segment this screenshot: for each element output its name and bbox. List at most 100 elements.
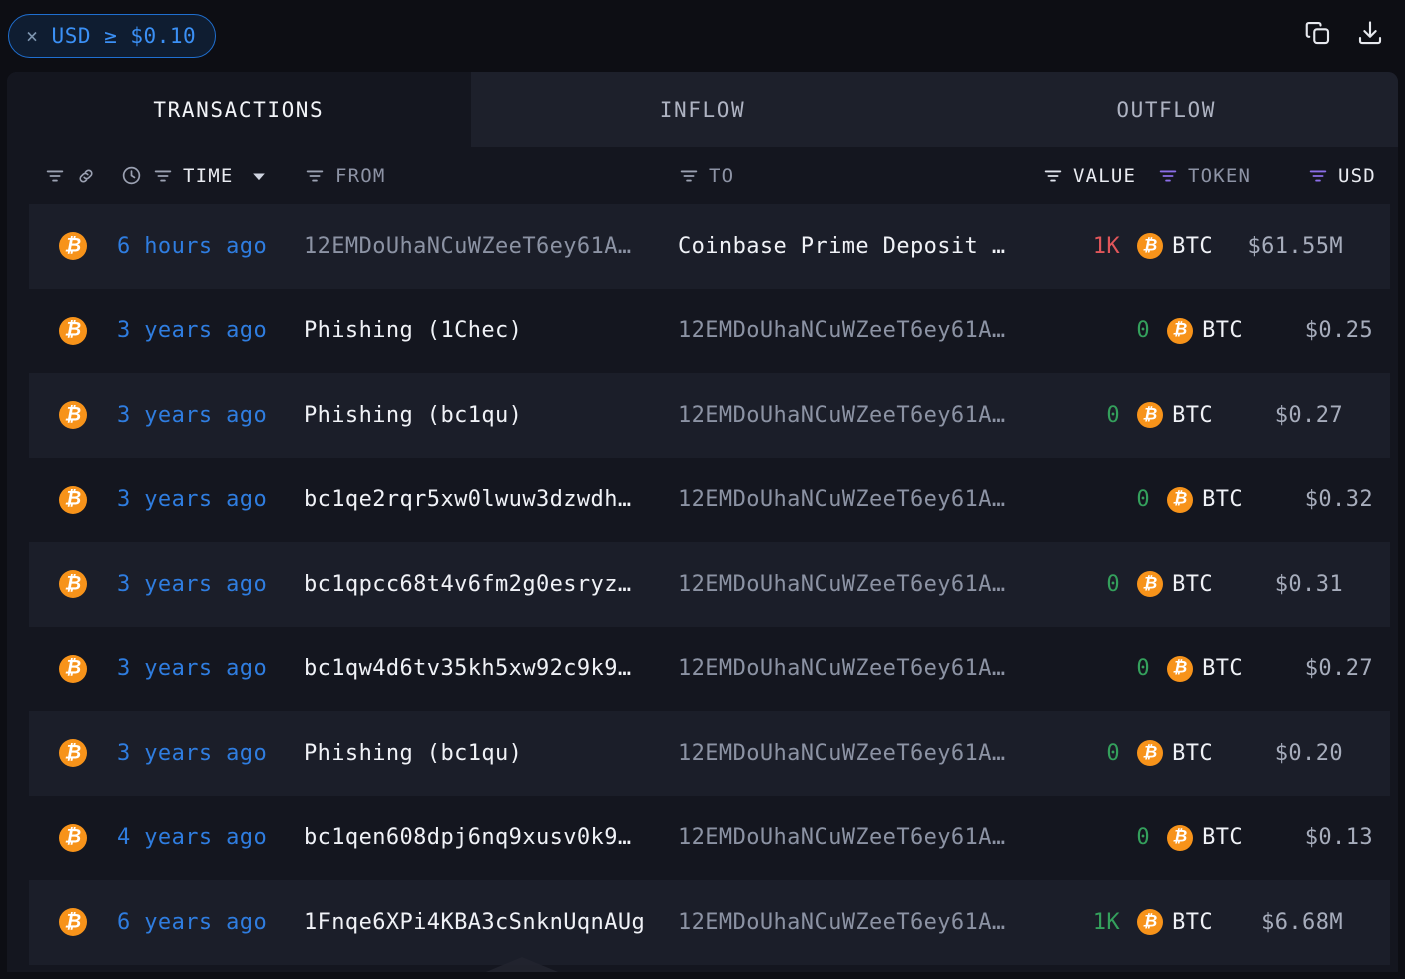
row-to[interactable]: 12EMDoUhaNCuWZeeT6ey61A…: [678, 373, 1005, 458]
table-row[interactable]: ₿ 4 years ago bc1qen608dpj6nq9xusv0k9… 12EM…: [7, 796, 1398, 881]
row-chain-icon: ₿: [59, 458, 87, 543]
row-usd[interactable]: $0.31: [1275, 542, 1343, 627]
header-usd[interactable]: USD: [1307, 147, 1376, 204]
row-usd[interactable]: $0.32: [1305, 458, 1373, 543]
row-value[interactable]: 0: [1136, 289, 1150, 374]
bitcoin-icon: ₿: [59, 908, 87, 936]
row-usd[interactable]: $61.55M: [1247, 204, 1343, 289]
row-to[interactable]: Coinbase Prime Deposit …: [678, 204, 1005, 289]
row-from[interactable]: bc1qw4d6tv35kh5xw92c9k9…: [304, 627, 631, 712]
table-row[interactable]: ₿3 years agobc1qpcc68t4v6fm2g0esryz…12EM…: [29, 542, 1390, 627]
row-usd[interactable]: $0.20: [1275, 711, 1343, 796]
bitcoin-icon: ₿: [59, 486, 87, 514]
row-chain-icon: ₿: [59, 880, 87, 965]
header-to[interactable]: TO: [678, 147, 734, 204]
row-time[interactable]: 3 years ago: [117, 627, 267, 712]
row-value[interactable]: 0: [1106, 711, 1120, 796]
row-from[interactable]: 1Fnqe6XPi4KBA3cSnknUqnAUg: [304, 880, 645, 965]
row-usd[interactable]: $0.13: [1305, 796, 1373, 881]
header-usd-label: USD: [1338, 165, 1376, 187]
row-token[interactable]: ₿BTC: [1167, 796, 1243, 881]
row-time[interactable]: 3 years ago: [117, 711, 267, 796]
remove-filter-icon[interactable]: ×: [26, 26, 39, 46]
tab-transactions[interactable]: TRANSACTIONS: [7, 72, 471, 147]
table-row[interactable]: ₿ 3 years ago Phishing (bc1qu) 12EMDoUhaNCu…: [29, 711, 1390, 796]
tab-inflow[interactable]: INFLOW: [471, 72, 935, 147]
row-value[interactable]: 1K: [1093, 880, 1120, 965]
row-time[interactable]: 3 years ago: [117, 289, 267, 374]
row-token-label: BTC: [1172, 572, 1213, 597]
row-token[interactable]: ₿BTC: [1167, 627, 1243, 712]
row-token-label: BTC: [1202, 656, 1243, 681]
bitcoin-icon: ₿: [59, 655, 87, 683]
row-usd[interactable]: $0.27: [1305, 627, 1373, 712]
row-time[interactable]: 3 years ago: [117, 458, 267, 543]
bitcoin-icon: ₿: [1137, 233, 1163, 259]
top-filter-bar: × USD ≥ $0.10: [0, 0, 1405, 72]
filter-icon: [1157, 165, 1179, 187]
row-from[interactable]: bc1qen608dpj6nq9xusv0k9…: [304, 796, 631, 881]
table-row[interactable]: ₿ 3 years ago bc1qw4d6tv35kh5xw92c9k9… 12EM…: [7, 627, 1398, 712]
row-chain-icon: ₿: [59, 373, 87, 458]
row-token[interactable]: ₿BTC: [1137, 880, 1213, 965]
filter-icon: [152, 165, 174, 187]
row-token[interactable]: ₿BTC: [1137, 542, 1213, 627]
row-time[interactable]: 6 years ago: [117, 880, 267, 965]
row-time[interactable]: 4 years ago: [117, 796, 267, 881]
row-value[interactable]: 0: [1136, 458, 1150, 543]
row-to[interactable]: 12EMDoUhaNCuWZeeT6ey61A…: [678, 627, 1005, 712]
bitcoin-icon: ₿: [59, 824, 87, 852]
header-token-label: TOKEN: [1188, 165, 1251, 187]
row-to[interactable]: 12EMDoUhaNCuWZeeT6ey61A…: [678, 458, 1005, 543]
row-token[interactable]: ₿BTC: [1137, 373, 1213, 458]
row-value[interactable]: 0: [1106, 542, 1120, 627]
table-row[interactable]: ₿ 3 years ago bc1qe2rqr5xw0lwuw3dzwdh… 12EM…: [7, 458, 1398, 543]
filter-chip-usd[interactable]: × USD ≥ $0.10: [8, 14, 216, 58]
row-chain-icon: ₿: [59, 711, 87, 796]
row-token[interactable]: ₿BTC: [1137, 711, 1213, 796]
row-to[interactable]: 12EMDoUhaNCuWZeeT6ey61A…: [678, 542, 1005, 627]
header-value-label: VALUE: [1073, 165, 1136, 187]
row-from[interactable]: bc1qpcc68t4v6fm2g0esryz…: [304, 542, 631, 627]
row-usd[interactable]: $0.25: [1305, 289, 1373, 374]
header-to-label: TO: [709, 165, 734, 187]
row-chain-icon: ₿: [59, 627, 87, 712]
row-time[interactable]: 3 years ago: [117, 542, 267, 627]
row-to[interactable]: 12EMDoUhaNCuWZeeT6ey61A…: [678, 880, 1005, 965]
header-value[interactable]: VALUE: [1042, 147, 1136, 204]
table-row[interactable]: ₿ 6 years ago 1Fnqe6XPi4KBA3cSnknUqnAUg 12E…: [29, 880, 1390, 965]
download-icon[interactable]: [1355, 18, 1385, 48]
row-value[interactable]: 1K: [1093, 204, 1120, 289]
row-token[interactable]: ₿BTC: [1167, 458, 1243, 543]
row-time[interactable]: 6 hours ago: [117, 204, 267, 289]
row-token[interactable]: ₿BTC: [1137, 204, 1213, 289]
header-from[interactable]: FROM: [304, 147, 386, 204]
header-chain-filter[interactable]: [44, 147, 97, 204]
row-token[interactable]: ₿BTC: [1167, 289, 1243, 374]
row-from[interactable]: Phishing (1Chec): [304, 289, 522, 374]
row-value[interactable]: 0: [1106, 373, 1120, 458]
row-from[interactable]: 12EMDoUhaNCuWZeeT6ey61A…: [304, 204, 631, 289]
table-row[interactable]: ₿ 3 years ago Phishing (bc1qu) 12EMDoUhaNCu…: [29, 373, 1390, 458]
header-time[interactable]: TIME: [120, 147, 269, 204]
row-value[interactable]: 0: [1136, 796, 1150, 881]
row-value[interactable]: 0: [1136, 627, 1150, 712]
row-from[interactable]: Phishing (bc1qu): [304, 711, 522, 796]
row-usd[interactable]: $6.68M: [1261, 880, 1343, 965]
header-token[interactable]: TOKEN: [1157, 147, 1251, 204]
tab-outflow[interactable]: OUTFLOW: [934, 72, 1398, 147]
table-row[interactable]: ₿ 3 years ago Phishing (1Chec) 12EMDoUhaNCu…: [7, 289, 1398, 374]
row-to[interactable]: 12EMDoUhaNCuWZeeT6ey61A…: [678, 796, 1005, 881]
copy-icon[interactable]: [1303, 18, 1333, 48]
row-usd[interactable]: $0.27: [1275, 373, 1343, 458]
row-time[interactable]: 3 years ago: [117, 373, 267, 458]
row-from[interactable]: bc1qe2rqr5xw0lwuw3dzwdh…: [304, 458, 631, 543]
bitcoin-icon: ₿: [1167, 318, 1193, 344]
chevron-down-icon[interactable]: [249, 166, 269, 186]
table-row[interactable]: ₿ 6 hours ago 12EMDoUhaNCuWZeeT6ey61A… Coin…: [29, 204, 1390, 289]
row-to[interactable]: 12EMDoUhaNCuWZeeT6ey61A…: [678, 711, 1005, 796]
tab-inflow-label: INFLOW: [660, 98, 745, 122]
row-from[interactable]: Phishing (bc1qu): [304, 373, 522, 458]
header-from-label: FROM: [335, 165, 386, 187]
row-to[interactable]: 12EMDoUhaNCuWZeeT6ey61A…: [678, 289, 1005, 374]
